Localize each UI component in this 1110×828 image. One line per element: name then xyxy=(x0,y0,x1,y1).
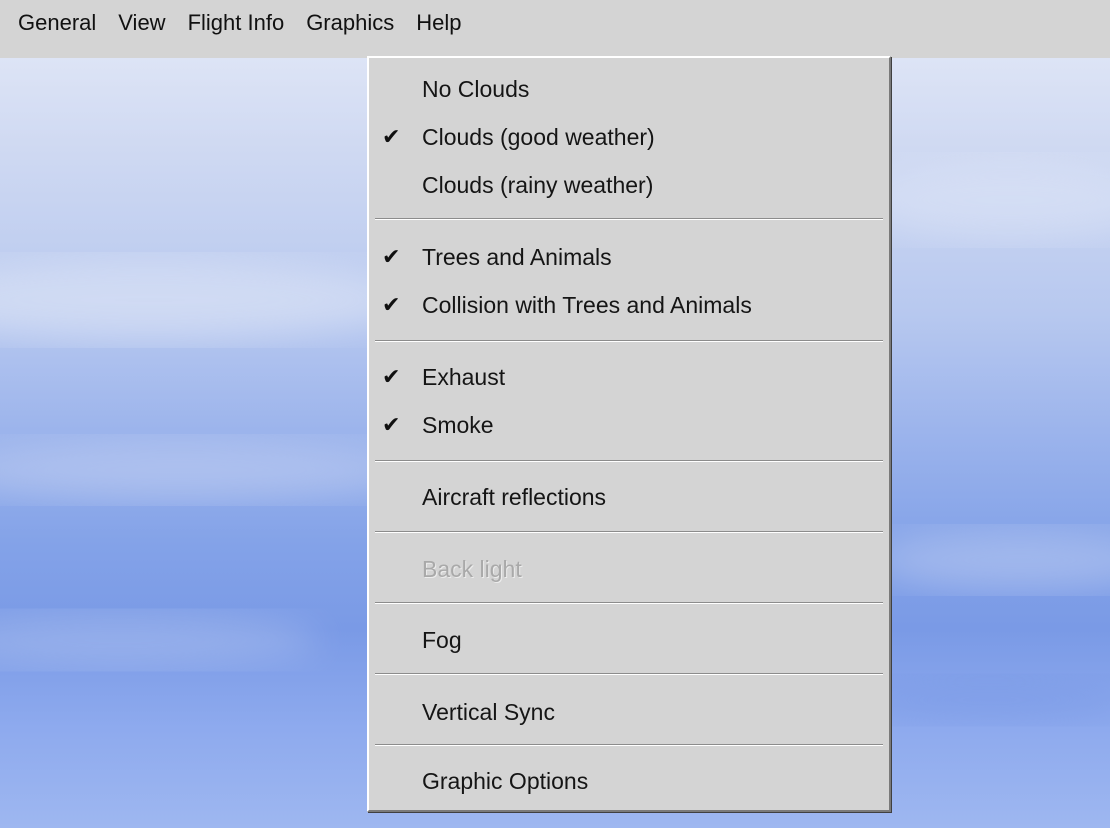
menu-item-label: Clouds (good weather) xyxy=(422,124,655,150)
menu-item-back-light: Back light xyxy=(369,548,889,592)
menu-item-smoke[interactable]: ✔ Smoke xyxy=(369,404,889,448)
menu-item-label: Exhaust xyxy=(422,364,506,390)
menu-separator xyxy=(375,340,883,342)
menu-general[interactable]: General xyxy=(8,4,107,44)
menu-item-label: Vertical Sync xyxy=(422,699,555,725)
menu-item-clouds-rainy-weather[interactable]: Clouds (rainy weather) xyxy=(369,164,889,208)
menu-separator xyxy=(375,744,883,746)
menu-item-collision-trees-animals[interactable]: ✔ Collision with Trees and Animals xyxy=(369,284,889,328)
menu-item-label: Aircraft reflections xyxy=(422,484,607,510)
checkmark-icon: ✔ xyxy=(382,124,401,149)
menu-flight-info[interactable]: Flight Info xyxy=(177,4,296,44)
menu-item-exhaust[interactable]: ✔ Exhaust xyxy=(369,356,889,400)
menu-graphics[interactable]: Graphics xyxy=(295,4,405,44)
menu-item-label: Collision with Trees and Animals xyxy=(422,292,752,318)
menu-item-label: No Clouds xyxy=(422,76,530,102)
menu-separator xyxy=(375,602,883,604)
menu-item-label: Clouds (rainy weather) xyxy=(422,172,654,198)
graphics-dropdown-menu: No Clouds ✔ Clouds (good weather) Clouds… xyxy=(367,56,891,812)
checkmark-icon: ✔ xyxy=(382,292,401,317)
menu-separator xyxy=(375,531,883,533)
menu-separator xyxy=(375,460,883,462)
menu-bar: General View Flight Info Graphics Help xyxy=(0,0,1110,58)
checkmark-icon: ✔ xyxy=(382,412,401,437)
menu-item-clouds-good-weather[interactable]: ✔ Clouds (good weather) xyxy=(369,116,889,160)
menu-item-graphic-options[interactable]: Graphic Options xyxy=(369,760,889,804)
menu-separator xyxy=(375,218,883,220)
menu-item-label: Fog xyxy=(422,627,462,653)
menu-separator xyxy=(375,673,883,675)
menu-item-label: Smoke xyxy=(422,412,494,438)
checkmark-icon: ✔ xyxy=(382,364,401,389)
checkmark-icon: ✔ xyxy=(382,244,401,269)
menu-item-aircraft-reflections[interactable]: Aircraft reflections xyxy=(369,476,889,520)
menu-item-label: Back light xyxy=(422,556,522,582)
menu-item-label: Trees and Animals xyxy=(422,244,612,270)
menu-help[interactable]: Help xyxy=(405,4,472,44)
menu-item-fog[interactable]: Fog xyxy=(369,619,889,663)
menu-view[interactable]: View xyxy=(107,4,176,44)
menu-item-trees-and-animals[interactable]: ✔ Trees and Animals xyxy=(369,236,889,280)
menu-item-no-clouds[interactable]: No Clouds xyxy=(369,68,889,112)
menu-item-label: Graphic Options xyxy=(422,768,589,794)
menu-item-vertical-sync[interactable]: Vertical Sync xyxy=(369,691,889,735)
